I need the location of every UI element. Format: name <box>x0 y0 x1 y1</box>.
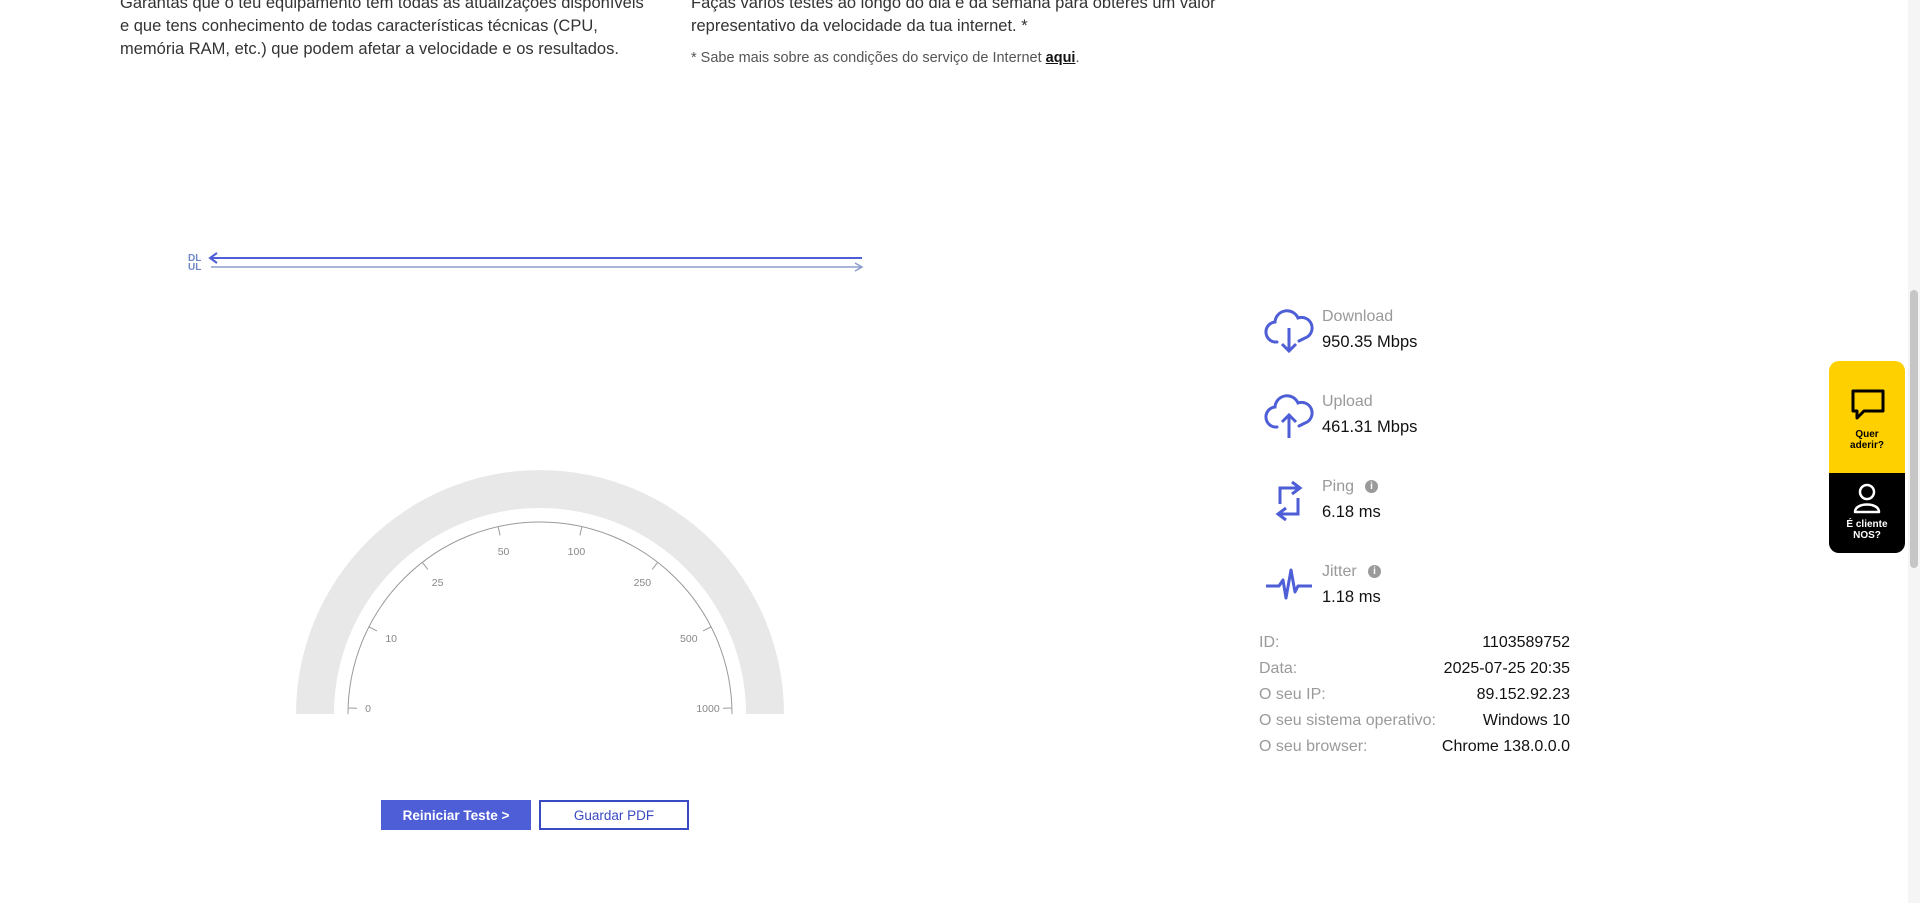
chat-bubble-icon <box>1851 389 1885 420</box>
metric-ping: Ping i 6.18 ms <box>1262 474 1562 534</box>
page-scrollbar[interactable] <box>1908 0 1920 903</box>
restart-test-button[interactable]: Reiniciar Teste > <box>381 800 531 830</box>
gauge-tick-label: 1000 <box>696 703 720 715</box>
service-note-text: * Sabe mais sobre as condições do serviç… <box>691 50 1042 66</box>
info-value: Windows 10 <box>1482 712 1570 729</box>
scrollbar-thumb[interactable] <box>1910 290 1918 568</box>
test-info-table: ID: 1103589752 Data: 2025-07-25 20:35 O … <box>1259 634 1570 764</box>
cloud-download-icon <box>1264 309 1314 354</box>
gauge-tick-label: 10 <box>385 633 397 645</box>
download-value: 950.35 Mbps <box>1322 333 1418 351</box>
info-row-id: ID: 1103589752 <box>1259 634 1570 660</box>
gauge-tick-label: 250 <box>634 577 652 589</box>
gauge-tick <box>497 526 501 536</box>
jitter-info-icon[interactable]: i <box>1368 565 1381 578</box>
service-note-suffix: . <box>1075 50 1080 66</box>
info-row-ip: O seu IP: 89.152.92.23 <box>1259 686 1570 712</box>
info-value: 2025-07-25 20:35 <box>1443 660 1570 677</box>
service-conditions-link[interactable]: aqui <box>1046 50 1076 66</box>
info-value: 1103589752 <box>1482 634 1570 651</box>
upload-label: Upload <box>1322 393 1373 410</box>
gauge-tick <box>702 626 712 632</box>
graph-legend: DL UL <box>188 254 202 273</box>
info-label: Data: <box>1259 660 1298 677</box>
jitter-label: Jitter <box>1322 563 1357 580</box>
info-value: Chrome 138.0.0.0 <box>1441 738 1570 755</box>
tips-text-left: Garantas que o teu equipamento tem todas… <box>120 0 644 58</box>
ping-value: 6.18 ms <box>1322 503 1381 521</box>
join-label: Quer aderir? <box>1850 429 1884 451</box>
gauge-tick-label: 500 <box>680 633 698 645</box>
save-pdf-button[interactable]: Guardar PDF <box>539 800 689 830</box>
join-button[interactable]: Quer aderir? <box>1829 361 1905 473</box>
jitter-value: 1.18 ms <box>1322 588 1381 606</box>
gauge-track <box>296 470 784 714</box>
gauge-tick-label: 25 <box>432 577 444 589</box>
info-row-date: Data: 2025-07-25 20:35 <box>1259 660 1570 686</box>
user-icon <box>1853 483 1881 514</box>
info-label: O seu IP: <box>1259 686 1326 703</box>
ping-label: Ping <box>1322 478 1355 495</box>
cloud-upload-icon <box>1264 394 1314 438</box>
gauge-tick <box>368 626 378 632</box>
info-label: O seu sistema operativo: <box>1259 712 1436 729</box>
jitter-pulse-icon <box>1266 568 1312 600</box>
info-label: ID: <box>1259 634 1280 651</box>
metric-download: Download 950.35 Mbps <box>1262 304 1562 364</box>
info-row-browser: O seu browser: Chrome 138.0.0.0 <box>1259 738 1570 764</box>
gauge-tick <box>421 561 429 570</box>
side-widget: Quer aderir? É cliente NOS? <box>1829 361 1905 553</box>
gauge-tick-label: 50 <box>498 546 510 558</box>
ping-info-icon[interactable]: i <box>1365 480 1378 493</box>
ping-arrows-icon <box>1275 480 1303 522</box>
info-label: O seu browser: <box>1259 738 1368 755</box>
info-row-os: O seu sistema operativo: Windows 10 <box>1259 712 1570 738</box>
ul-legend-label: UL <box>188 262 202 273</box>
client-label: É cliente NOS? <box>1846 519 1888 541</box>
speed-graph <box>208 252 864 272</box>
gauge-tick-label: 0 <box>365 703 371 715</box>
upload-value: 461.31 Mbps <box>1322 418 1418 436</box>
speed-gauge: 0 10 25 50 100 250 500 1000 <box>296 470 784 715</box>
gauge-tick-label: 100 <box>568 546 586 558</box>
service-note: * Sabe mais sobre as condições do serviç… <box>691 50 1080 66</box>
gauge-tick <box>651 561 659 570</box>
ul-line <box>211 262 864 272</box>
gauge-tick <box>579 526 583 536</box>
info-value: 89.152.92.23 <box>1476 686 1570 703</box>
client-button[interactable]: É cliente NOS? <box>1829 473 1905 553</box>
download-label: Download <box>1322 308 1394 325</box>
dl-line <box>208 252 862 264</box>
metric-upload: Upload 461.31 Mbps <box>1262 389 1562 449</box>
metric-jitter: Jitter i 1.18 ms <box>1262 559 1562 619</box>
tips-text-right: Faças vários testes ao longo do dia e da… <box>691 0 1216 35</box>
